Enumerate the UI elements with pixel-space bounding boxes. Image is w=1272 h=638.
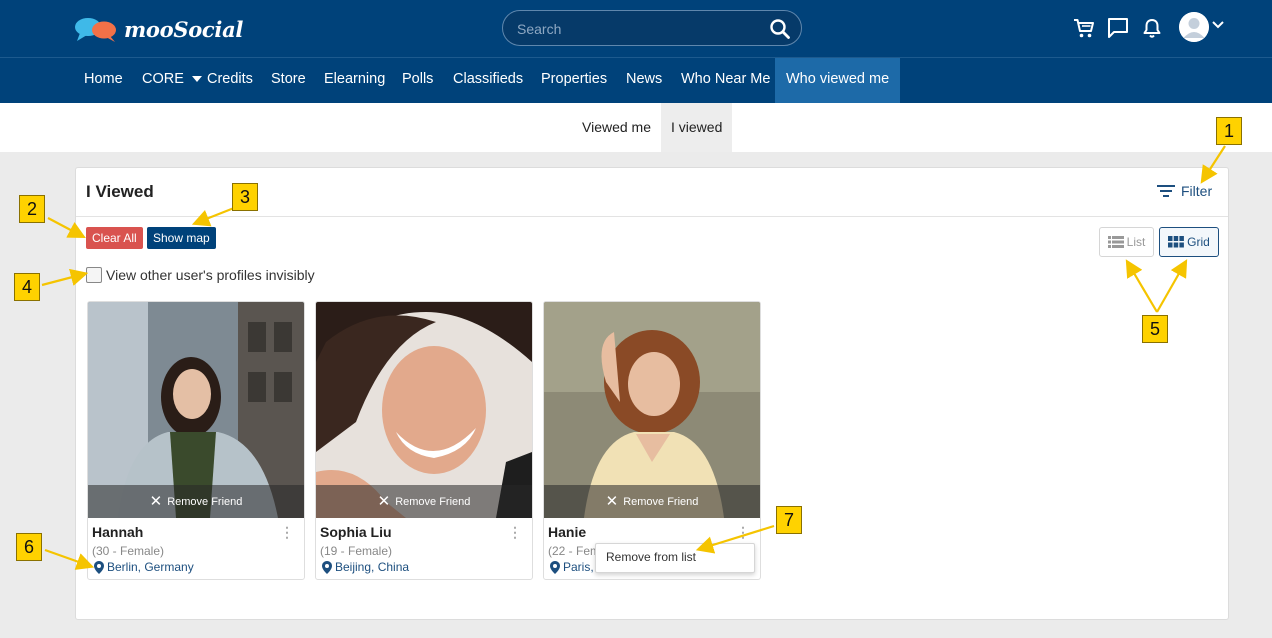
annotation-arrows (41, 145, 1226, 570)
annotation-badge-6: 6 (16, 533, 42, 561)
annotation-badge-4: 4 (14, 273, 40, 301)
annotation-badge-1: 1 (1216, 117, 1242, 145)
annotation-badge-3: 3 (232, 183, 258, 211)
annotation-badge-7: 7 (776, 506, 802, 534)
annotation-badge-2: 2 (19, 195, 45, 223)
annotation-badge-5: 5 (1142, 315, 1168, 343)
